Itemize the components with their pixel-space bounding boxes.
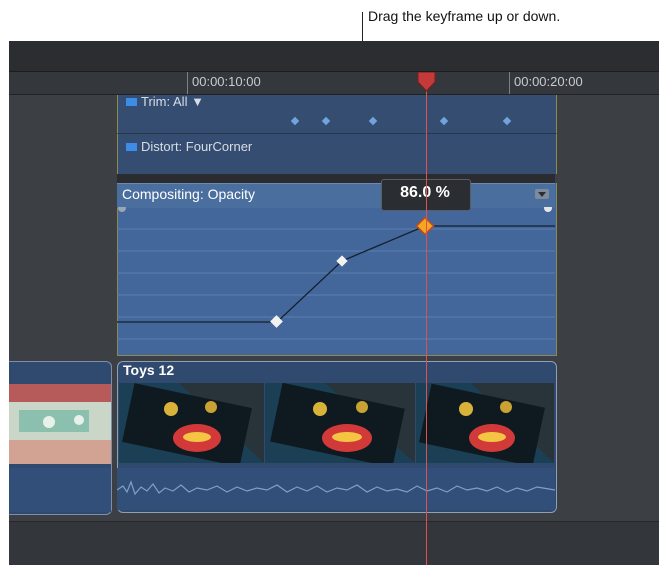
clip-thumbnail-3: [416, 383, 554, 463]
clip-thumbnail-1: [119, 383, 264, 463]
trim-effect-label[interactable]: Trim: All ▼: [141, 94, 204, 109]
playhead-handle-icon[interactable]: [417, 72, 436, 92]
opacity-title: Compositing: Opacity: [122, 186, 256, 202]
timeline-bottom-lane: [9, 521, 659, 565]
effect-row-trim[interactable]: Trim: All ▼: [117, 94, 557, 133]
opacity-handle-left-icon: [118, 207, 126, 212]
ruler-divider: [509, 72, 510, 94]
trim-keyframe-icon[interactable]: [321, 116, 331, 126]
distort-effect-label[interactable]: Distort: FourCorner: [141, 139, 252, 154]
effect-enable-icon[interactable]: [126, 143, 137, 151]
audio-waveform-icon: [116, 480, 556, 496]
trim-keyframe-icon[interactable]: [290, 116, 300, 126]
opacity-handle-right-icon: [544, 207, 552, 212]
previous-clip-thumbnail: [9, 384, 111, 464]
ruler-divider: [187, 72, 188, 94]
time-ruler[interactable]: 00:00:10:00 00:00:20:00: [9, 72, 659, 95]
ruler-timecode-20s: 00:00:20:00: [514, 74, 583, 89]
effect-separator: [117, 174, 555, 183]
clip-audio-waveform[interactable]: [116, 468, 556, 510]
opacity-level-handles: [118, 207, 552, 212]
timeline-window: 00:00:10:00 00:00:20:00 Trim: All ▼ Dist…: [9, 41, 659, 565]
ruler-timecode-10s: 00:00:10:00: [192, 74, 261, 89]
effect-row-distort[interactable]: Distort: FourCorner: [117, 133, 557, 174]
opacity-curve-graph[interactable]: [117, 207, 555, 355]
opacity-menu-button[interactable]: [535, 189, 549, 199]
trim-keyframe-icon[interactable]: [439, 116, 449, 126]
clip-thumbnail-2: [265, 383, 415, 463]
opacity-curve-line: [117, 225, 555, 323]
callout-text: Drag the keyframe up or down.: [368, 8, 561, 24]
timeline-toolbar: [9, 41, 659, 72]
trim-keyframe-icon[interactable]: [502, 116, 512, 126]
previous-clip-audio[interactable]: [9, 468, 111, 512]
opacity-value: 86.0 %: [400, 184, 450, 201]
trim-keyframe-icon[interactable]: [368, 116, 378, 126]
effect-enable-icon[interactable]: [126, 98, 137, 106]
selected-keyframe-icon: [415, 216, 435, 236]
playhead-line[interactable]: [426, 72, 427, 565]
clip-name: Toys 12: [123, 362, 175, 378]
